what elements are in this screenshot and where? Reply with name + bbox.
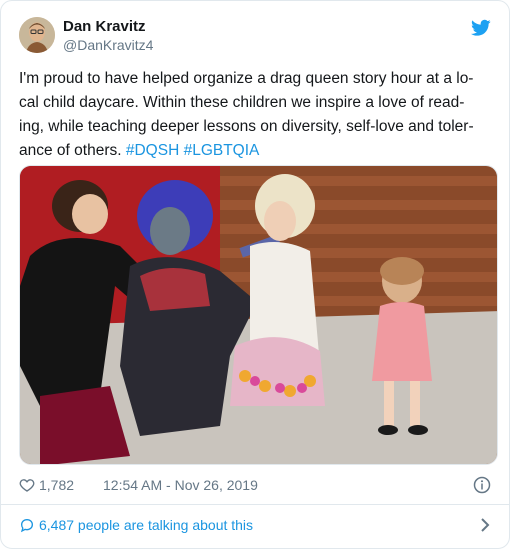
author-avatar[interactable] xyxy=(19,17,55,53)
tweet-card: Dan Kravitz @DanKravitz4 I'm proud to ha… xyxy=(0,0,510,549)
tweet-timestamp[interactable]: 12:54 AM - Nov 26, 2019 xyxy=(103,477,258,493)
tweet-meta: 1,782 12:54 AM - Nov 26, 2019 xyxy=(19,475,491,497)
divider xyxy=(1,504,509,505)
heart-icon[interactable] xyxy=(19,477,35,493)
author-handle[interactable]: @DanKravitz4 xyxy=(63,37,153,53)
photo-scene xyxy=(20,166,497,464)
conversation-link[interactable]: 6,487 people are talking about this xyxy=(19,514,491,538)
like-count[interactable]: 1,782 xyxy=(39,477,74,493)
chevron-right-icon xyxy=(481,518,490,532)
tweet-text-line: ing, while teaching deeper lessons on di… xyxy=(19,118,474,135)
info-icon[interactable] xyxy=(473,476,491,494)
tweet-text-tail: ance of others. xyxy=(19,142,122,159)
tweet-text: I'm proud to have helped organize a drag… xyxy=(19,67,493,163)
hashtag-link[interactable]: #DQSH xyxy=(126,142,179,159)
people-talking-text[interactable]: 6,487 people are talking about this xyxy=(39,517,253,533)
tweet-text-line: I'm proud to have helped organize a drag… xyxy=(19,70,474,87)
tweet-photo[interactable] xyxy=(19,165,498,465)
tweet-text-last-line: ance of others. #DQSH #LGBTQIA xyxy=(19,139,493,163)
author-name[interactable]: Dan Kravitz xyxy=(63,18,146,35)
tweet-header: Dan Kravitz @DanKravitz4 xyxy=(19,15,491,59)
speech-bubble-icon xyxy=(20,518,34,533)
twitter-bird-icon[interactable] xyxy=(471,19,491,37)
tweet-text-line: cal child daycare. Within these children… xyxy=(19,94,465,111)
hashtag-link[interactable]: #LGBTQIA xyxy=(184,142,260,159)
